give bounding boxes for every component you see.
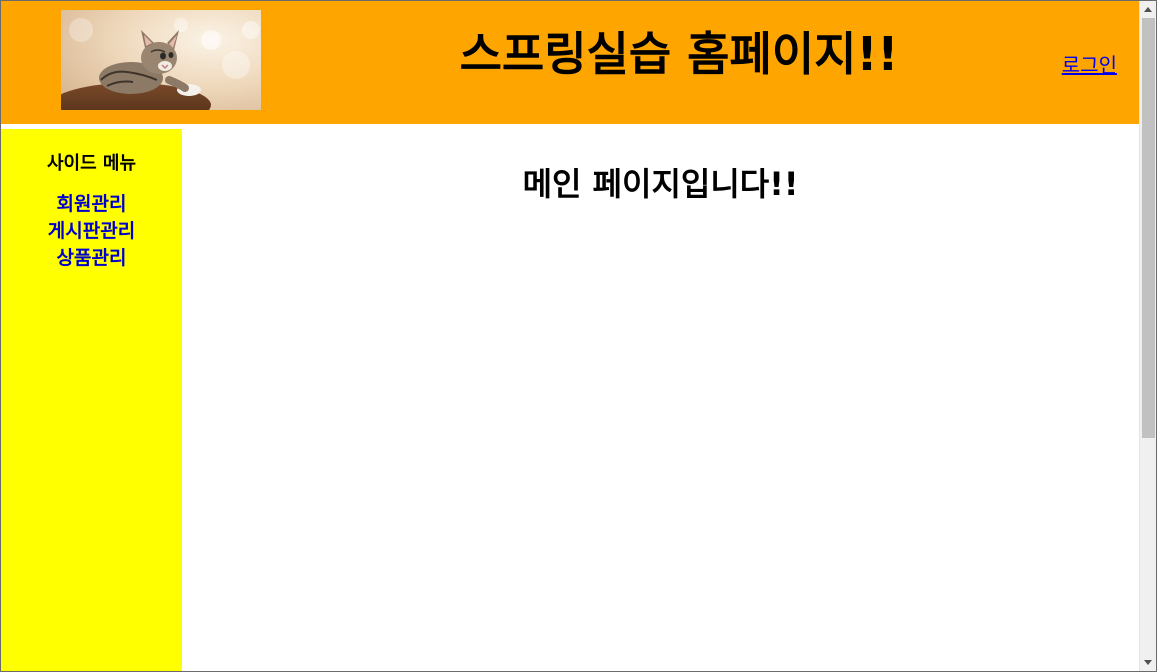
login-link[interactable]: 로그인 <box>1062 49 1117 78</box>
side-menu: 회원관리 게시판관리 상품관리 <box>1 191 182 272</box>
scroll-down-arrow-icon[interactable] <box>1140 654 1156 671</box>
site-title: 스프링실습 홈페이지!! <box>459 27 899 81</box>
scroll-up-arrow-icon[interactable] <box>1140 1 1156 18</box>
scroll-thumb[interactable] <box>1142 18 1155 438</box>
sidebar-title: 사이드 메뉴 <box>46 153 137 174</box>
cat-logo-image <box>61 10 261 110</box>
member-management-link[interactable]: 회원관리 <box>57 193 127 215</box>
vertical-scrollbar[interactable] <box>1139 1 1156 671</box>
side-menu-item-member: 회원관리 <box>1 191 182 218</box>
browser-window: 스프링실습 홈페이지!! 로그인 사이드 메뉴 회원관리 게시판관리 상품관리 … <box>0 0 1157 672</box>
page-header: 스프링실습 홈페이지!! 로그인 <box>1 1 1139 124</box>
product-management-link[interactable]: 상품관리 <box>57 247 127 269</box>
sidebar: 사이드 메뉴 회원관리 게시판관리 상품관리 <box>1 129 182 671</box>
board-management-link[interactable]: 게시판관리 <box>48 220 135 242</box>
side-menu-item-product: 상품관리 <box>1 245 182 272</box>
main-heading: 메인 페이지입니다!! <box>522 165 799 203</box>
side-menu-item-board: 게시판관리 <box>1 218 182 245</box>
main-content: 메인 페이지입니다!! <box>182 129 1139 671</box>
page-viewport: 스프링실습 홈페이지!! 로그인 사이드 메뉴 회원관리 게시판관리 상품관리 … <box>1 1 1139 671</box>
